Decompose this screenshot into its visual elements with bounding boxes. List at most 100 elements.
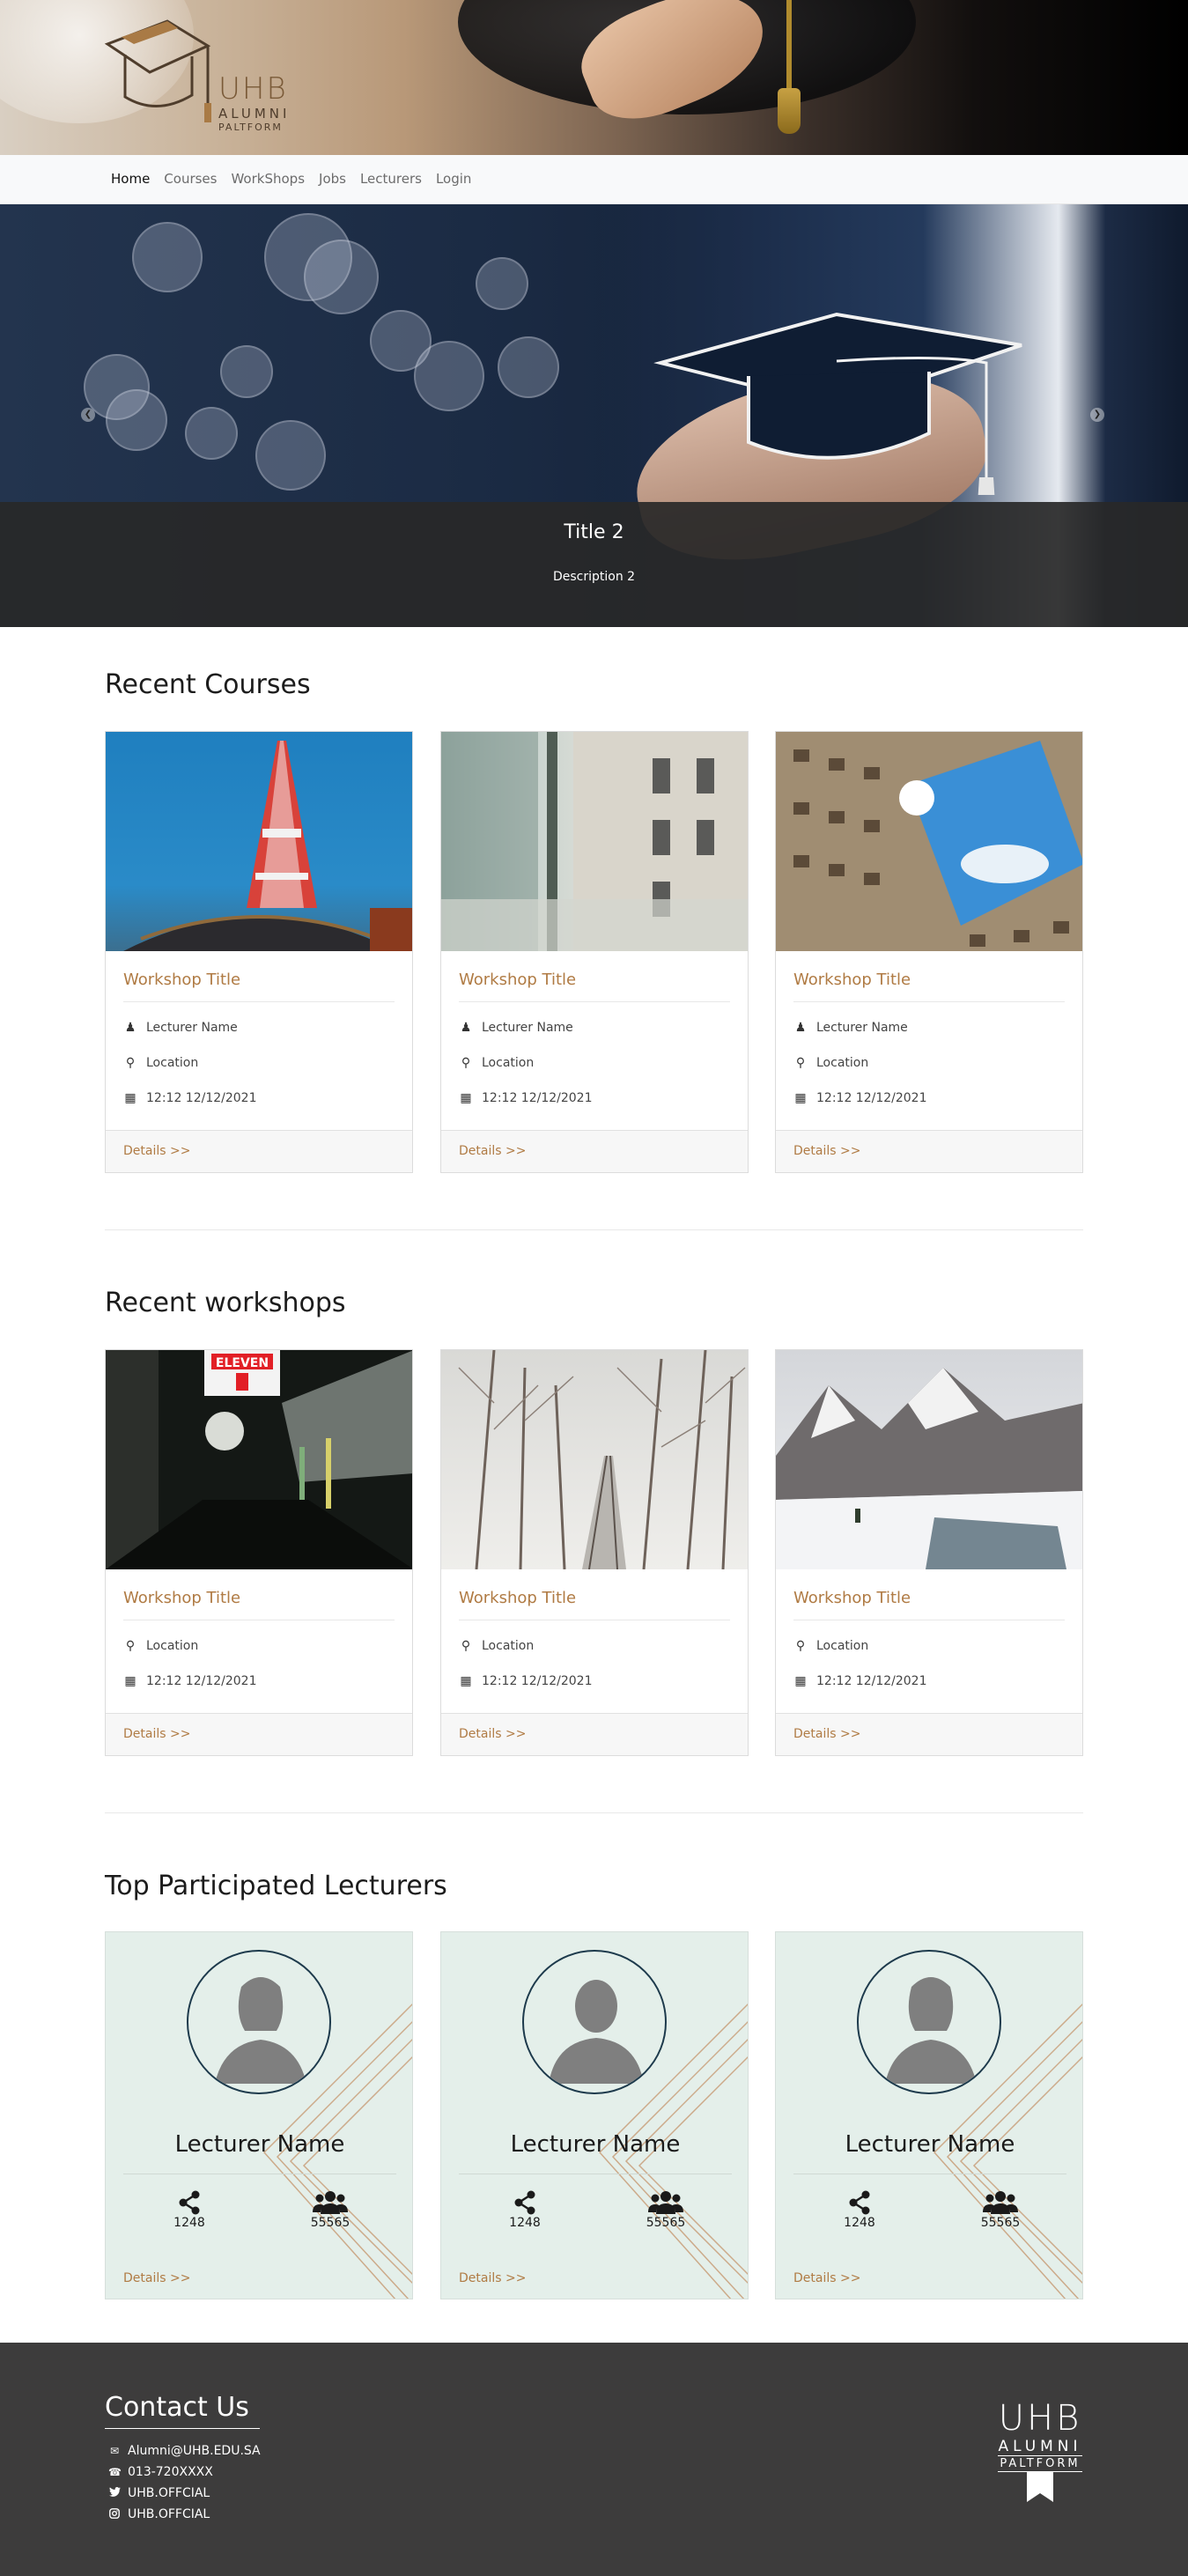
lecturer-avatar: [857, 1950, 1001, 2094]
card-location-text: Location: [482, 1639, 535, 1653]
course-image-courtyard-sky: [776, 732, 1082, 951]
course-card: Workshop Title ♟ Lecturer Name ⚲ Location …: [775, 731, 1083, 1173]
map-marker-icon: ⚲: [795, 1639, 806, 1653]
nav-workshops[interactable]: WorkShops: [231, 171, 305, 187]
lecturer-details-link[interactable]: Details >>: [123, 2271, 190, 2285]
contact-title: Contact Us: [105, 2392, 260, 2429]
banner-tassel: [786, 0, 792, 88]
users-group-icon: [622, 2189, 710, 2216]
female-avatar-icon: [885, 1977, 977, 2084]
contact-instagram[interactable]: UHB.OFFCIAL: [108, 2504, 261, 2525]
footer-logo[interactable]: UHB ALUMNI PALTFORM: [998, 2401, 1082, 2506]
card-title[interactable]: Workshop Title: [793, 971, 1065, 1002]
card-title[interactable]: Workshop Title: [459, 1589, 730, 1620]
bokeh-light: [106, 389, 167, 451]
bokeh-light: [185, 407, 238, 460]
banner-tassel-end: [778, 88, 801, 134]
share-icon: [145, 2189, 233, 2216]
lecturer-name: Lecturer Name: [845, 2131, 1015, 2158]
course-image-building-trees: [441, 732, 748, 951]
lecturer-avatar: [187, 1950, 331, 2094]
card-datetime-text: 12:12 12/12/2021: [816, 1674, 927, 1688]
card-datetime: ▦ 12:12 12/12/2021: [123, 1672, 395, 1691]
bokeh-light: [476, 257, 528, 310]
card-title[interactable]: Workshop Title: [793, 1589, 1065, 1620]
nav-lecturers[interactable]: Lecturers: [360, 171, 422, 187]
section-title-top-lecturers: Top Participated Lecturers: [105, 1871, 447, 1901]
card-details-link[interactable]: Details >>: [123, 1144, 190, 1158]
card-datetime-text: 12:12 12/12/2021: [146, 1091, 257, 1105]
contact-phone-text: 013-720XXXX: [128, 2465, 213, 2479]
lecturer-card: Lecturer Name 1248 55565 Details >>: [105, 1931, 413, 2299]
map-marker-icon: ⚲: [461, 1639, 471, 1653]
nav-courses[interactable]: Courses: [164, 171, 217, 187]
course-image-tokyo-tower: [106, 732, 412, 951]
carousel-next-arrow[interactable]: ❯: [1090, 408, 1104, 422]
site-logo[interactable]: UHB ALUMNI PALTFORM: [104, 19, 286, 134]
card-lecturer-text: Lecturer Name: [146, 1021, 238, 1035]
lecturer-shares: 1248: [815, 2189, 904, 2230]
contact-email-text: Alumni@UHB.EDU.SA: [128, 2444, 261, 2458]
footer-logo-alumni: ALUMNI: [998, 2438, 1082, 2455]
card-details-link[interactable]: Details >>: [459, 1144, 526, 1158]
card-datetime: ▦ 12:12 12/12/2021: [459, 1089, 730, 1108]
card-footer: Details >>: [441, 1130, 748, 1172]
section-title-recent-workshops: Recent workshops: [105, 1288, 346, 1318]
contact-twitter-text: UHB.OFFCIAL: [128, 2486, 210, 2500]
card-details-link[interactable]: Details >>: [793, 1144, 860, 1158]
chevron-left-icon: ❮: [84, 410, 92, 419]
contact-email[interactable]: ✉ Alumni@UHB.EDU.SA: [108, 2440, 261, 2462]
course-card: Workshop Title ♟ Lecturer Name ⚲ Location …: [440, 731, 749, 1173]
contact-list: ✉ Alumni@UHB.EDU.SA ☎ 013-720XXXX UHB.OF…: [108, 2440, 261, 2525]
lecturer-name: Lecturer Name: [510, 2131, 681, 2158]
users-group-icon: [956, 2189, 1044, 2216]
card-datetime-text: 12:12 12/12/2021: [816, 1091, 927, 1105]
graduation-cap-logo-icon: [104, 19, 211, 122]
lecturer-details-link[interactable]: Details >>: [793, 2271, 860, 2285]
nav-links: Home Courses WorkShops Jobs Lecturers Lo…: [111, 171, 471, 187]
lecturer-details-link[interactable]: Details >>: [459, 2271, 526, 2285]
card-details-link[interactable]: Details >>: [459, 1727, 526, 1741]
bokeh-light: [220, 345, 273, 398]
snowy-forest-illustration: [458, 1350, 746, 1569]
map-marker-icon: ⚲: [795, 1056, 806, 1070]
store-sign-text: ELEVEN: [216, 1356, 269, 1370]
card-title[interactable]: Workshop Title: [123, 1589, 395, 1620]
carousel-prev-arrow[interactable]: ❮: [81, 408, 95, 422]
card-title[interactable]: Workshop Title: [123, 971, 395, 1002]
main-navbar: Home Courses WorkShops Jobs Lecturers Lo…: [0, 155, 1188, 204]
calendar-icon: ▦: [460, 1674, 472, 1688]
card-footer: Details >>: [441, 1713, 748, 1755]
lecturer-participants-count: 55565: [310, 2216, 350, 2230]
logo-text: UHB ALUMNI PALTFORM: [218, 74, 290, 133]
bokeh-light: [255, 420, 326, 491]
lecturer-participants-count: 55565: [980, 2216, 1021, 2230]
contact-phone[interactable]: ☎ 013-720XXXX: [108, 2462, 261, 2483]
nav-home[interactable]: Home: [111, 171, 150, 187]
footer-logo-uhb: UHB: [998, 2398, 1082, 2439]
male-avatar-icon: [549, 1980, 644, 2084]
card-footer: Details >>: [106, 1130, 412, 1172]
card-datetime: ▦ 12:12 12/12/2021: [459, 1672, 730, 1691]
nav-login[interactable]: Login: [436, 171, 471, 187]
card-datetime-text: 12:12 12/12/2021: [146, 1674, 257, 1688]
lecturer-name: Lecturer Name: [174, 2131, 345, 2158]
card-details-link[interactable]: Details >>: [123, 1727, 190, 1741]
card-details-link[interactable]: Details >>: [793, 1727, 860, 1741]
footer-logo-platform: PALTFORM: [998, 2455, 1082, 2472]
nav-jobs[interactable]: Jobs: [319, 171, 346, 187]
card-title[interactable]: Workshop Title: [459, 971, 730, 1002]
user-icon: ♟: [460, 1021, 472, 1035]
lecturer-shares: 1248: [145, 2189, 233, 2230]
instagram-icon: [108, 2507, 121, 2521]
building-trees-illustration: [441, 732, 748, 951]
contact-twitter[interactable]: UHB.OFFCIAL: [108, 2483, 261, 2504]
phone-icon: ☎: [108, 2466, 122, 2478]
users-group-icon: [286, 2189, 374, 2216]
card-location: ⚲ Location: [123, 1636, 395, 1656]
snowy-mountains-illustration: [776, 1368, 1082, 1569]
card-location: ⚲ Location: [793, 1636, 1065, 1656]
logo-platform: PALTFORM: [218, 122, 283, 133]
graduation-cap-sketch-icon: [653, 312, 1022, 495]
bokeh-light: [304, 240, 379, 314]
